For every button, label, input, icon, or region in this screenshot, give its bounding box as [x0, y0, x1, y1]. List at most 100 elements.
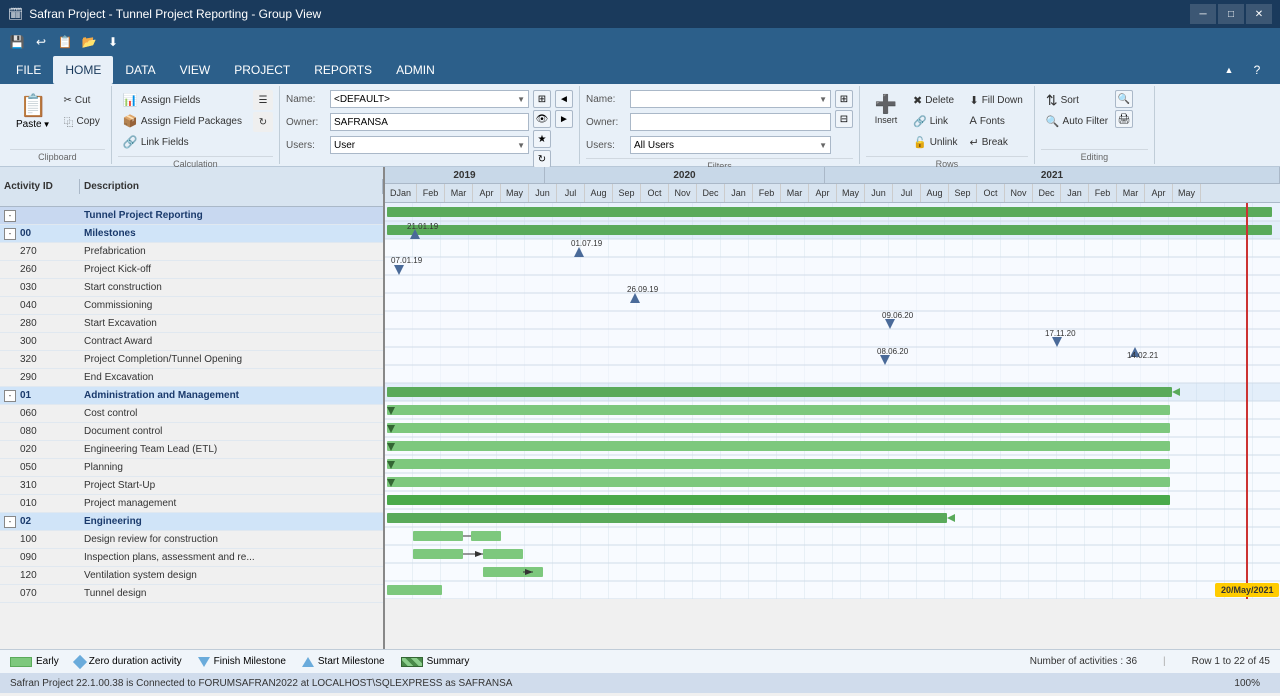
- calc-refresh-button[interactable]: ↻: [253, 112, 273, 132]
- collapse-00[interactable]: -: [4, 228, 16, 240]
- quick-access-toolbar: 💾 ↩ 📋 📂 ⬇: [0, 28, 1280, 56]
- copy-button[interactable]: ⿻ Copy: [59, 111, 105, 131]
- menu-reports[interactable]: REPORTS: [302, 56, 384, 84]
- legend-start-icon: [302, 657, 314, 667]
- table-row[interactable]: - Tunnel Project Reporting: [0, 207, 383, 225]
- year-scale: 2019 2020 2021: [385, 167, 1280, 184]
- table-row[interactable]: - 00 Milestones: [0, 225, 383, 243]
- filter-users-label: Users:: [586, 140, 626, 151]
- table-row[interactable]: - 02 Engineering: [0, 513, 383, 531]
- table-row[interactable]: 020Engineering Team Lead (ETL): [0, 441, 383, 459]
- table-row[interactable]: 030Start construction: [0, 279, 383, 297]
- rows-count: Row 1 to 22 of 45: [1192, 656, 1270, 667]
- table-row[interactable]: 090Inspection plans, assessment and re..…: [0, 549, 383, 567]
- qa-copy[interactable]: 📋: [54, 31, 76, 53]
- menu-data[interactable]: DATA: [113, 56, 167, 84]
- assign-field-packages-button[interactable]: 📦 Assign Field Packages: [118, 111, 247, 131]
- table-row[interactable]: 270Prefabrication: [0, 243, 383, 261]
- table-row[interactable]: 010Project management: [0, 495, 383, 513]
- qa-save[interactable]: 💾: [6, 31, 28, 53]
- table-row[interactable]: 070Tunnel design: [0, 585, 383, 603]
- sort-button[interactable]: ⇅ Sort: [1041, 90, 1113, 110]
- gantt-rows-area: 21.01.19 01.07.19 07.01.19 26.09.19 09.0…: [385, 203, 1280, 649]
- table-row[interactable]: 050Planning: [0, 459, 383, 477]
- menu-view[interactable]: VIEW: [168, 56, 223, 84]
- filter-name-label: Name:: [586, 94, 626, 105]
- close-button[interactable]: ✕: [1246, 4, 1272, 24]
- table-row[interactable]: - 01 Administration and Management: [0, 387, 383, 405]
- unlink-button[interactable]: 🔓 Unlink: [908, 132, 963, 152]
- fonts-icon: A: [969, 115, 976, 127]
- qa-open[interactable]: 📂: [78, 31, 100, 53]
- layout-eye-btn[interactable]: 👁: [533, 110, 551, 128]
- auto-filter-button[interactable]: 🔍 Auto Filter: [1041, 111, 1113, 131]
- filter-btn2[interactable]: ⊟: [835, 110, 853, 128]
- layout-star-btn[interactable]: ★: [533, 130, 551, 148]
- search-button[interactable]: 🔍: [1115, 90, 1133, 108]
- layout-reload-btn[interactable]: ↻: [533, 150, 551, 168]
- cut-button[interactable]: ✂ Cut: [59, 90, 105, 110]
- title-bar: 🗓 Safran Project - Tunnel Project Report…: [0, 0, 1280, 28]
- qa-undo[interactable]: ↩: [30, 31, 52, 53]
- filter-users-select[interactable]: All Users ▼: [630, 136, 831, 154]
- year-2020: 2020: [545, 167, 825, 183]
- filter-name-select[interactable]: ▼: [630, 90, 831, 108]
- layout-users-select[interactable]: User ▼: [330, 136, 529, 154]
- activity-list: - Tunnel Project Reporting - 00 Mileston…: [0, 207, 383, 649]
- menu-project[interactable]: PROJECT: [222, 56, 302, 84]
- table-row[interactable]: 060Cost control: [0, 405, 383, 423]
- fonts-button[interactable]: A Fonts: [964, 111, 1027, 131]
- cut-icon: ✂: [64, 95, 72, 106]
- table-row[interactable]: 080Document control: [0, 423, 383, 441]
- layout-filter-btn[interactable]: ⊞: [533, 90, 551, 108]
- legend-finish: Finish Milestone: [198, 656, 286, 667]
- filters-forms: Name: ▼ Owner: Users:: [586, 88, 831, 156]
- ribbon-filters-group: Name: ▼ Owner: Users:: [580, 86, 860, 164]
- connection-status: Safran Project 22.1.00.38 is Connected t…: [10, 678, 512, 689]
- calc-list-button[interactable]: ☰: [253, 90, 273, 110]
- link-button[interactable]: 🔗 Link: [908, 111, 963, 131]
- app-title: 🗓 Safran Project - Tunnel Project Report…: [8, 7, 321, 21]
- layout-left-btn[interactable]: ◄: [555, 90, 573, 108]
- table-row[interactable]: 290End Excavation: [0, 369, 383, 387]
- paste-button[interactable]: 📋 Paste▼: [10, 90, 57, 133]
- table-row[interactable]: 100Design review for construction: [0, 531, 383, 549]
- table-row[interactable]: 320Project Completion/Tunnel Opening: [0, 351, 383, 369]
- legend-finish-icon: [198, 657, 210, 667]
- filter-btn1[interactable]: ⊞: [835, 90, 853, 108]
- print-button[interactable]: 🖨: [1115, 110, 1133, 128]
- qa-down[interactable]: ⬇: [102, 31, 124, 53]
- minimize-button[interactable]: ─: [1190, 4, 1216, 24]
- title-text: Safran Project - Tunnel Project Reportin…: [29, 7, 321, 21]
- link-fields-button[interactable]: 🔗 Link Fields: [118, 132, 247, 152]
- menu-home[interactable]: HOME: [53, 56, 113, 84]
- legend-summary-icon: [401, 657, 423, 667]
- timescale: 2019 2020 2021 DJan Feb Mar Apr May Jun …: [385, 167, 1280, 203]
- help-button[interactable]: ?: [1246, 59, 1268, 81]
- layout-right-btn[interactable]: ►: [555, 110, 573, 128]
- fill-down-button[interactable]: ⬇ Fill Down: [964, 90, 1027, 110]
- table-row[interactable]: 260Project Kick-off: [0, 261, 383, 279]
- legend-early-label: Early: [36, 656, 59, 667]
- insert-button[interactable]: ➕ Insert: [866, 90, 906, 129]
- collapse-01[interactable]: -: [4, 390, 16, 402]
- collapse-02[interactable]: -: [4, 516, 16, 528]
- layout-name-select[interactable]: <DEFAULT> ▼: [330, 90, 529, 108]
- gantt-chart: 2019 2020 2021 DJan Feb Mar Apr May Jun …: [385, 167, 1280, 649]
- ribbon-collapse[interactable]: ▲: [1218, 59, 1240, 81]
- table-row[interactable]: 310Project Start-Up: [0, 477, 383, 495]
- break-button[interactable]: ↵ Break: [964, 132, 1027, 152]
- assign-fields-button[interactable]: 📊 Assign Fields: [118, 90, 247, 110]
- table-row[interactable]: 120Ventilation system design: [0, 567, 383, 585]
- legend-early: Early: [10, 656, 59, 667]
- collapse-project[interactable]: -: [4, 210, 16, 222]
- table-row[interactable]: 280Start Excavation: [0, 315, 383, 333]
- menu-file[interactable]: FILE: [4, 56, 53, 84]
- maximize-button[interactable]: □: [1218, 4, 1244, 24]
- delete-button[interactable]: ✖ Delete: [908, 90, 963, 110]
- menu-admin[interactable]: ADMIN: [384, 56, 447, 84]
- table-row[interactable]: 300Contract Award: [0, 333, 383, 351]
- table-row[interactable]: 040Commissioning: [0, 297, 383, 315]
- activity-id-header: Activity ID: [0, 179, 80, 194]
- layout-users-arrow: ▼: [517, 141, 525, 150]
